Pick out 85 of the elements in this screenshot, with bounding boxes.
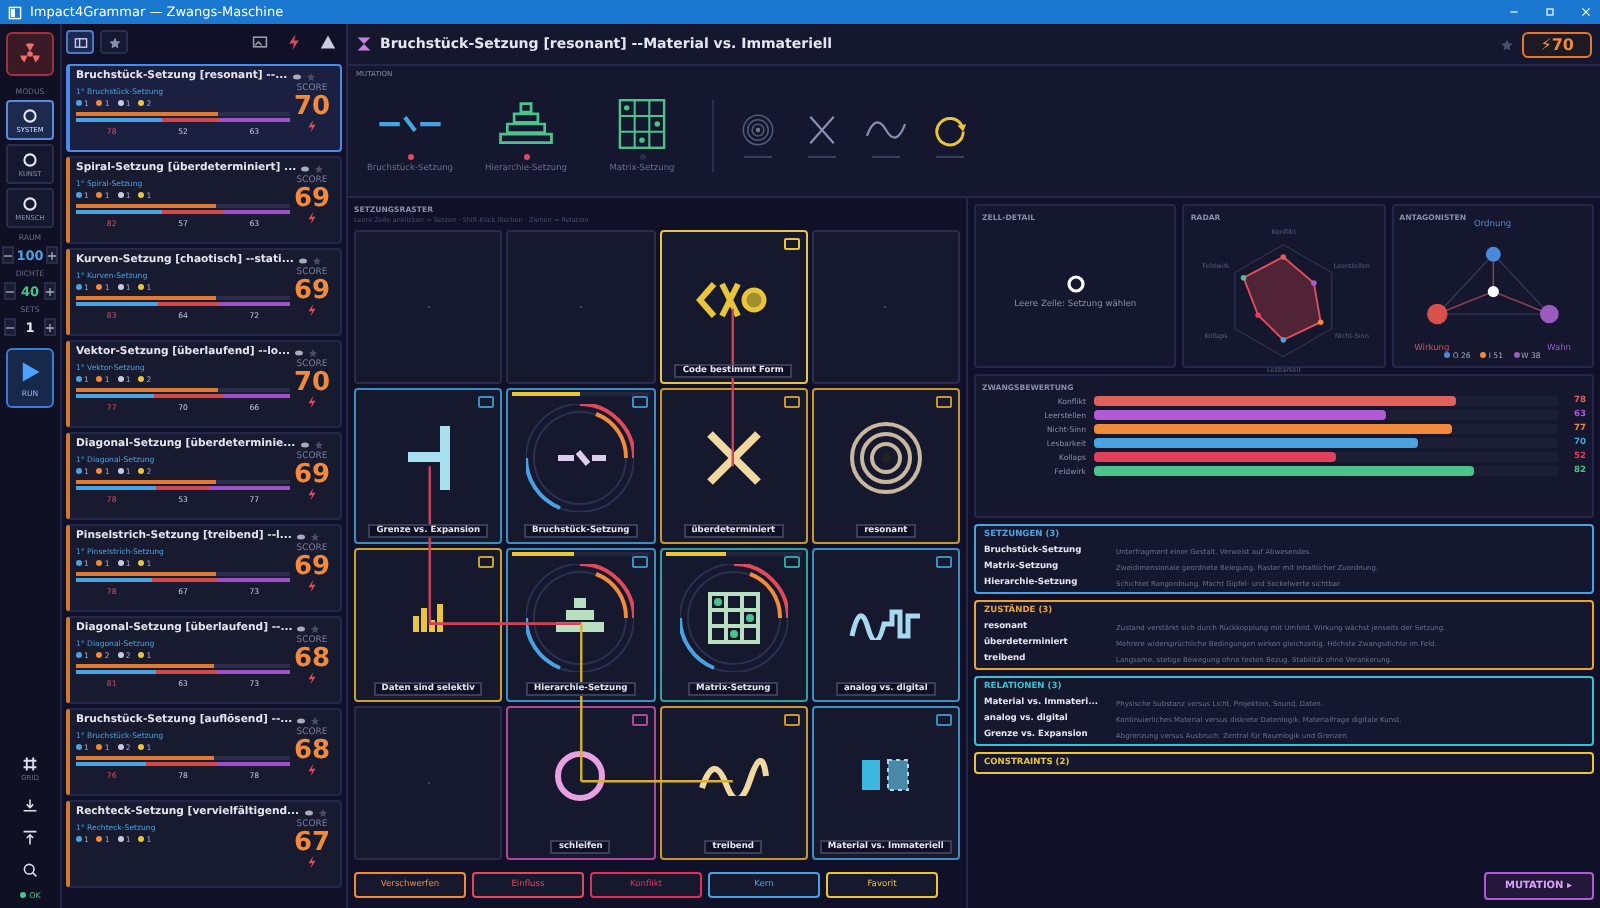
star-icon[interactable] <box>314 163 325 173</box>
barrier-drawing <box>407 426 450 491</box>
eye-icon[interactable] <box>297 255 308 265</box>
star-icon[interactable] <box>313 439 324 449</box>
increment-button[interactable] <box>44 282 56 300</box>
eye-icon[interactable] <box>294 347 305 357</box>
favorites-button[interactable] <box>100 30 128 54</box>
code-drawing <box>696 278 771 323</box>
eye-icon[interactable] <box>291 71 302 81</box>
eye-icon[interactable] <box>296 623 307 633</box>
fragment-drawing <box>526 404 635 513</box>
plus-icon <box>47 251 56 259</box>
radiation-icon <box>16 40 44 68</box>
app-icon <box>8 5 22 19</box>
hourglass-icon <box>356 36 372 52</box>
star-icon[interactable] <box>1500 37 1515 51</box>
eye-icon[interactable] <box>295 531 306 541</box>
close-icon[interactable] <box>1580 6 1592 18</box>
lightning-icon <box>306 396 318 408</box>
score-value: 68 <box>293 646 331 672</box>
logo-button[interactable] <box>6 32 54 76</box>
minus-icon <box>4 251 13 259</box>
matrix-drawing <box>679 563 788 672</box>
score-value: 69 <box>293 462 331 488</box>
target-drawing <box>849 422 922 495</box>
mode-icon <box>22 151 38 167</box>
eye-icon[interactable] <box>296 715 307 725</box>
increment-button[interactable] <box>44 318 56 336</box>
warning-icon[interactable] <box>320 34 336 50</box>
list-icon <box>73 35 87 49</box>
decrement-button[interactable] <box>4 282 16 300</box>
eye-icon[interactable] <box>303 807 314 817</box>
lightning-icon <box>306 120 318 132</box>
download-icon[interactable] <box>22 798 38 814</box>
maximize-icon[interactable] <box>1544 6 1556 18</box>
score-value: 70 <box>293 370 331 396</box>
bars-drawing <box>412 601 445 634</box>
mode-icon <box>22 195 38 211</box>
minus-icon <box>6 323 14 331</box>
star-icon[interactable] <box>317 807 328 817</box>
score-value: 70 <box>293 94 331 120</box>
play-icon <box>18 359 42 383</box>
lightning-icon[interactable] <box>286 34 302 50</box>
lightning-icon <box>306 856 318 868</box>
decrement-button[interactable] <box>2 246 15 264</box>
lightning-icon <box>306 488 318 500</box>
lightning-icon <box>306 672 318 684</box>
eye-icon[interactable] <box>299 439 310 449</box>
plus-icon <box>46 287 54 295</box>
squares-drawing <box>860 758 911 793</box>
star-icon[interactable] <box>305 71 316 81</box>
status-dot <box>19 892 26 898</box>
score-value: 69 <box>293 278 331 304</box>
wave-drawing <box>697 755 770 796</box>
star-icon[interactable] <box>310 715 321 725</box>
list-view-button[interactable] <box>66 30 94 54</box>
hierarchy-drawing <box>526 563 635 672</box>
hash-icon <box>22 756 38 772</box>
score-value: 68 <box>293 738 331 764</box>
cross-drawing <box>705 430 762 487</box>
upload-icon[interactable] <box>22 830 38 846</box>
lightning-icon <box>306 764 318 776</box>
star-icon[interactable] <box>309 531 320 541</box>
score-value: 67 <box>293 830 331 856</box>
ring-drawing <box>554 749 607 802</box>
score-value: 69 <box>293 554 331 580</box>
search-icon[interactable] <box>22 862 38 878</box>
star-icon <box>107 35 121 49</box>
eye-icon[interactable] <box>300 163 311 173</box>
lightning-icon <box>306 580 318 592</box>
image-icon[interactable] <box>252 34 268 50</box>
mode-icon <box>22 107 38 123</box>
plus-icon <box>46 323 54 331</box>
decrement-button[interactable] <box>4 318 16 336</box>
minus-icon <box>6 287 14 295</box>
ring-icon <box>1065 273 1086 293</box>
star-icon[interactable] <box>308 347 319 357</box>
star-icon[interactable] <box>311 255 322 265</box>
score-value: 69 <box>293 186 331 212</box>
increment-button[interactable] <box>45 246 58 264</box>
score-button[interactable]: ⚡70 <box>1522 31 1592 57</box>
lightning-icon <box>306 304 318 316</box>
lightning-icon <box>306 212 318 224</box>
star-icon[interactable] <box>310 623 321 633</box>
minimize-icon[interactable] <box>1508 6 1520 18</box>
